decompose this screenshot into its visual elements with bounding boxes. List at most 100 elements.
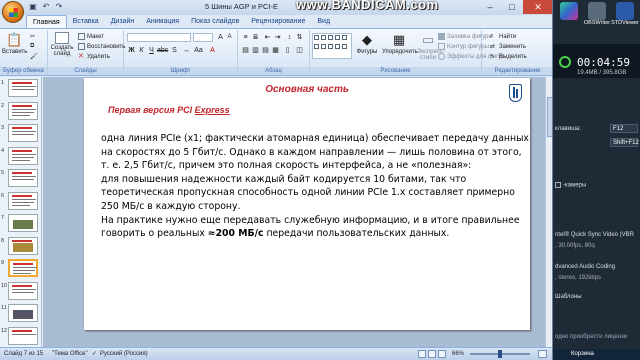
slide-thumbnail[interactable] — [8, 236, 38, 255]
slide-thumbnail[interactable] — [8, 124, 38, 142]
language-indicator[interactable]: Русский (Россия) — [100, 348, 148, 360]
thumbnail-row[interactable]: 4 — [0, 145, 41, 168]
vertical-scrollbar[interactable] — [545, 77, 552, 347]
tab-view[interactable]: Вид — [311, 15, 336, 28]
thumbnail-row[interactable]: 9 — [0, 257, 41, 280]
zoom-slider-knob[interactable] — [498, 350, 502, 358]
tab-animation[interactable]: Анимация — [140, 15, 185, 28]
close-button[interactable]: ✕ — [523, 0, 552, 14]
checkbox[interactable] — [555, 182, 561, 188]
line-spacing-icon[interactable]: ↕ — [285, 33, 294, 42]
slide-body-text[interactable]: одна линия PCIe (x1; фактически атомарна… — [101, 132, 529, 241]
slide-thumbnail[interactable] — [8, 101, 38, 120]
shrink-font-icon[interactable]: A — [225, 33, 234, 42]
thumbnail-row[interactable]: 10 — [0, 280, 41, 303]
quick-styles-button[interactable]: ▭ Экспресс-стили — [417, 32, 445, 61]
increase-indent-icon[interactable]: ⇥ — [273, 33, 282, 42]
tab-home[interactable]: Главная — [26, 15, 67, 28]
thumbnail-row[interactable]: 6 — [0, 190, 41, 213]
zoom-slider[interactable] — [470, 350, 530, 358]
smartart-icon[interactable]: ◫ — [295, 46, 304, 55]
justify-icon[interactable]: ▦ — [271, 46, 280, 55]
shapes-button[interactable]: ◆ Фигуры — [354, 32, 380, 55]
text-direction-icon[interactable]: ⇅ — [295, 33, 304, 42]
slide-thumbnail[interactable] — [8, 146, 38, 165]
format-painter-icon[interactable]: 🖌 — [30, 53, 38, 60]
thumbnail-row[interactable]: 1 — [0, 77, 41, 100]
office-button[interactable] — [2, 1, 24, 23]
shapes-gallery[interactable] — [312, 33, 352, 59]
thumbnail-row[interactable]: 8 — [0, 235, 41, 258]
hotkey-field[interactable]: F12 — [610, 124, 638, 133]
font-name-combo[interactable] — [127, 33, 191, 42]
tab-review[interactable]: Рецензирование — [245, 15, 311, 28]
find-button[interactable]: ⌕ Найти — [490, 33, 516, 40]
desktop-icon[interactable]: STDViewer — [611, 2, 639, 26]
slide-subtitle[interactable]: Первая версия PCI Express — [108, 105, 230, 115]
camera-option[interactable]: -камеры — [555, 182, 586, 189]
replace-button[interactable]: ⇄ Заменить — [490, 43, 526, 50]
tab-slideshow[interactable]: Показ слайдов — [185, 15, 245, 28]
minimize-button[interactable]: – — [479, 0, 501, 14]
slide-thumbnail[interactable] — [8, 326, 38, 345]
slide-thumbnail-selected[interactable] — [8, 259, 38, 277]
slide-thumbnail[interactable] — [8, 214, 38, 232]
columns-icon[interactable]: ▯ — [283, 46, 292, 55]
slide-thumbnail[interactable] — [8, 191, 38, 210]
strikethrough-icon[interactable]: abc — [157, 46, 168, 55]
save-icon[interactable]: ▣ — [28, 2, 38, 12]
numbering-icon[interactable]: ≣ — [251, 33, 260, 42]
slide-title[interactable]: Основная часть — [84, 84, 530, 95]
arrange-button[interactable]: ▦ Упорядочить — [382, 32, 418, 55]
thumbnail-row[interactable]: 5 — [0, 167, 41, 190]
copy-icon[interactable]: ⧉ — [30, 43, 34, 50]
decrease-indent-icon[interactable]: ⇤ — [263, 33, 272, 42]
thumbnail-row[interactable]: 7 — [0, 212, 41, 235]
thumbnail-row[interactable]: 11 — [0, 302, 41, 325]
slide-sorter-icon[interactable] — [428, 350, 436, 358]
shadow-icon[interactable]: S — [170, 46, 179, 55]
delete-slide-button[interactable]: ✕ Удалить — [78, 53, 110, 60]
current-slide[interactable]: Основная часть Первая версия PCI Express… — [84, 78, 530, 330]
slide-thumbnail[interactable] — [8, 304, 38, 322]
spellcheck-icon[interactable]: ✓ — [92, 348, 97, 360]
underline-icon[interactable]: Ч — [147, 46, 156, 55]
undo-icon[interactable]: ↶ — [41, 2, 51, 12]
bullets-icon[interactable]: ≡ — [241, 33, 250, 42]
slide-thumbnail[interactable] — [8, 79, 38, 97]
tab-design[interactable]: Дизайн — [105, 15, 141, 28]
reset-button[interactable]: Восстановить — [78, 43, 125, 50]
recycle-bin-label[interactable]: Корзина — [553, 349, 640, 360]
bold-icon[interactable]: Ж — [127, 46, 136, 55]
thumbnail-row[interactable]: 2 — [0, 100, 41, 123]
cut-icon[interactable]: ✂ — [30, 33, 35, 40]
fit-to-window-icon[interactable] — [538, 350, 547, 358]
font-color-icon[interactable]: A — [208, 46, 217, 55]
layout-button[interactable]: Макет — [78, 33, 104, 40]
tab-insert[interactable]: Вставка — [67, 15, 105, 28]
font-size-combo[interactable] — [193, 33, 213, 42]
zoom-level[interactable]: 66% — [452, 348, 464, 360]
templates-button[interactable]: Шаблоны — [555, 294, 582, 300]
align-left-icon[interactable]: ▤ — [241, 46, 250, 55]
align-center-icon[interactable]: ▥ — [251, 46, 260, 55]
normal-view-icon[interactable] — [418, 350, 426, 358]
thumbnail-row[interactable]: 3 — [0, 122, 41, 145]
grow-font-icon[interactable]: A — [216, 33, 225, 42]
align-right-icon[interactable]: ▤ — [261, 46, 270, 55]
slideshow-view-icon[interactable] — [438, 350, 446, 358]
maximize-button[interactable]: □ — [501, 0, 523, 14]
redo-icon[interactable]: ↷ — [54, 2, 64, 12]
slide-thumbnail[interactable] — [8, 281, 38, 300]
char-spacing-icon[interactable]: ↔ — [182, 46, 191, 55]
slide-thumbnail[interactable] — [8, 169, 38, 187]
paste-button[interactable]: 📋 Вставить — [2, 32, 27, 55]
select-button[interactable]: ↖ Выделить — [490, 53, 527, 60]
italic-icon[interactable]: К — [137, 46, 146, 55]
thumbnail-row[interactable]: 12 — [0, 325, 41, 348]
desktop-icon[interactable]: OBSWriter — [583, 2, 611, 26]
new-slide-button[interactable]: Создать слайд — [50, 32, 74, 57]
hotkey2-field[interactable]: Shift+F12 — [610, 138, 639, 147]
desktop-icon[interactable] — [555, 2, 583, 20]
change-case-icon[interactable]: Aa — [194, 46, 203, 55]
